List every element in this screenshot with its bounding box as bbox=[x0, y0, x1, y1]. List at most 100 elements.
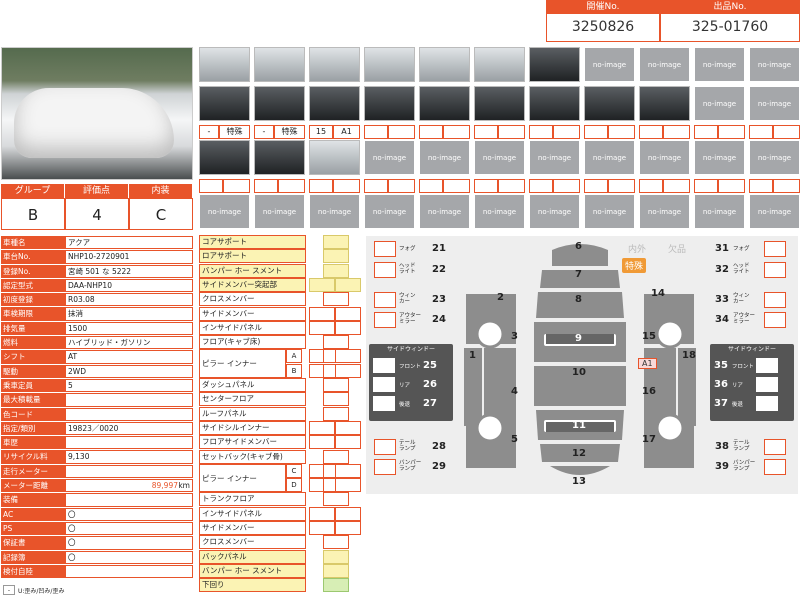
window-checkbox-35[interactable] bbox=[755, 358, 778, 373]
part-checkbox-right[interactable] bbox=[335, 506, 361, 521]
part-checkbox[interactable] bbox=[323, 449, 349, 464]
photo-thumb[interactable] bbox=[199, 47, 250, 82]
no-image-slot: no-image bbox=[199, 194, 250, 229]
part-checkbox[interactable] bbox=[323, 378, 349, 392]
pillar-sub-label: A bbox=[286, 349, 302, 364]
part-checkbox[interactable] bbox=[323, 563, 349, 578]
part-checkbox[interactable] bbox=[323, 578, 349, 593]
light-checkbox-39[interactable] bbox=[764, 459, 786, 475]
part-checkbox-left[interactable] bbox=[309, 521, 335, 535]
part-checkbox[interactable] bbox=[323, 335, 349, 350]
info-row: 装備 bbox=[1, 493, 193, 508]
part-checkbox-left[interactable] bbox=[309, 506, 335, 521]
part-label: バックパネル bbox=[199, 549, 306, 564]
part-checkbox[interactable] bbox=[323, 235, 349, 249]
photo-tag-row: 15 A1 bbox=[309, 125, 360, 139]
info-row: 車台No. NHP10-2720901 bbox=[1, 250, 193, 265]
info-row: リサイクル料 9,130 bbox=[1, 450, 193, 465]
no-image-slot: no-image bbox=[529, 194, 580, 229]
part-checkbox[interactable] bbox=[323, 292, 349, 307]
photo-thumb[interactable] bbox=[474, 47, 525, 82]
photo-thumb[interactable] bbox=[419, 86, 470, 121]
photo-thumb[interactable] bbox=[254, 47, 305, 82]
photo-thumb[interactable] bbox=[199, 140, 250, 175]
part-checkbox-left[interactable] bbox=[309, 435, 335, 450]
photo-thumb[interactable] bbox=[529, 47, 580, 82]
photo-thumb[interactable] bbox=[474, 86, 525, 121]
part-checkbox-right[interactable] bbox=[335, 306, 361, 321]
part-label: サイドメンバー bbox=[199, 306, 306, 321]
part-checkbox-right[interactable] bbox=[335, 320, 361, 335]
photo-thumb[interactable] bbox=[584, 86, 635, 121]
light-checkbox-21[interactable] bbox=[374, 241, 396, 257]
part-checkbox[interactable] bbox=[323, 392, 349, 407]
panel-number: 15 bbox=[642, 331, 656, 342]
part-checkbox-left[interactable] bbox=[309, 306, 335, 321]
pillar-checkbox[interactable] bbox=[335, 478, 361, 493]
part-checkbox-right[interactable] bbox=[335, 420, 361, 435]
info-value: 宮崎 501 な 5222 bbox=[65, 264, 193, 278]
photo-thumb[interactable] bbox=[419, 47, 470, 82]
part-checkbox-right[interactable] bbox=[335, 521, 361, 535]
pillar-checkbox[interactable] bbox=[335, 463, 361, 478]
light-checkbox-38[interactable] bbox=[764, 439, 786, 455]
no-image-slot: no-image bbox=[749, 86, 800, 121]
main-car-photo[interactable] bbox=[1, 47, 193, 180]
part-checkbox[interactable] bbox=[323, 492, 349, 507]
photo-thumb[interactable] bbox=[364, 47, 415, 82]
photo-thumb[interactable] bbox=[254, 140, 305, 175]
pillar-checkbox[interactable] bbox=[335, 349, 361, 364]
pillar-checkbox[interactable] bbox=[335, 363, 361, 378]
photo-thumb[interactable] bbox=[309, 86, 360, 121]
pillar-sub-label: C bbox=[286, 463, 302, 478]
damage-tag[interactable]: A1 bbox=[638, 358, 657, 369]
legend: - U:歪み/凹み/歪み bbox=[3, 585, 64, 595]
part-checkbox[interactable] bbox=[323, 263, 349, 278]
info-value: R03.08 bbox=[65, 293, 193, 307]
light-checkbox-22[interactable] bbox=[374, 262, 396, 278]
light-checkbox-33[interactable] bbox=[764, 292, 786, 308]
light-checkbox-23[interactable] bbox=[374, 292, 396, 308]
info-row: AC 〇 bbox=[1, 507, 193, 522]
part-checkbox[interactable] bbox=[323, 406, 349, 421]
car-image bbox=[14, 88, 174, 158]
photo-tag-row-empty bbox=[584, 125, 635, 139]
info-value: DAA-NHP10 bbox=[65, 278, 193, 293]
light-checkbox-32[interactable] bbox=[764, 262, 786, 278]
info-row: 初度登録 R03.08 bbox=[1, 293, 193, 308]
photo-thumb[interactable] bbox=[254, 86, 305, 121]
light-checkbox-28[interactable] bbox=[374, 439, 396, 455]
part-checkbox-left[interactable] bbox=[309, 420, 335, 435]
photo-thumb[interactable] bbox=[529, 86, 580, 121]
part-checkbox[interactable] bbox=[323, 535, 349, 550]
light-checkbox-34[interactable] bbox=[764, 312, 786, 328]
photo-thumb[interactable] bbox=[199, 86, 250, 121]
panel-number: 3 bbox=[511, 331, 518, 342]
info-key: 装備 bbox=[1, 493, 65, 507]
part-row: インサイドパネル bbox=[199, 506, 306, 521]
window-checkbox-37[interactable] bbox=[755, 396, 778, 411]
part-checkbox-left[interactable] bbox=[309, 277, 335, 292]
photo-tag-row-empty bbox=[639, 179, 690, 193]
photo-tag-row-empty bbox=[474, 179, 525, 193]
photo-thumb[interactable] bbox=[309, 140, 360, 175]
window-checkbox-36[interactable] bbox=[755, 377, 778, 392]
window-checkbox-27[interactable] bbox=[373, 396, 395, 411]
window-label: 後退 bbox=[731, 401, 743, 408]
part-checkbox[interactable] bbox=[323, 249, 349, 264]
light-checkbox-31[interactable] bbox=[764, 241, 786, 257]
part-checkbox-right[interactable] bbox=[335, 277, 361, 292]
photo-thumb[interactable] bbox=[309, 47, 360, 82]
side-window-row: 37 後退 bbox=[710, 394, 794, 413]
part-label: バンパー ホー スメント bbox=[199, 263, 306, 278]
photo-thumb[interactable] bbox=[364, 86, 415, 121]
part-checkbox[interactable] bbox=[323, 549, 349, 564]
part-checkbox-left[interactable] bbox=[309, 320, 335, 335]
part-checkbox-right[interactable] bbox=[335, 435, 361, 450]
light-checkbox-29[interactable] bbox=[374, 459, 396, 475]
light-checkbox-24[interactable] bbox=[374, 312, 396, 328]
photo-tag-row: - 特殊 bbox=[199, 125, 250, 139]
photo-thumb[interactable] bbox=[639, 86, 690, 121]
window-checkbox-25[interactable] bbox=[373, 358, 395, 373]
window-checkbox-26[interactable] bbox=[373, 377, 395, 392]
